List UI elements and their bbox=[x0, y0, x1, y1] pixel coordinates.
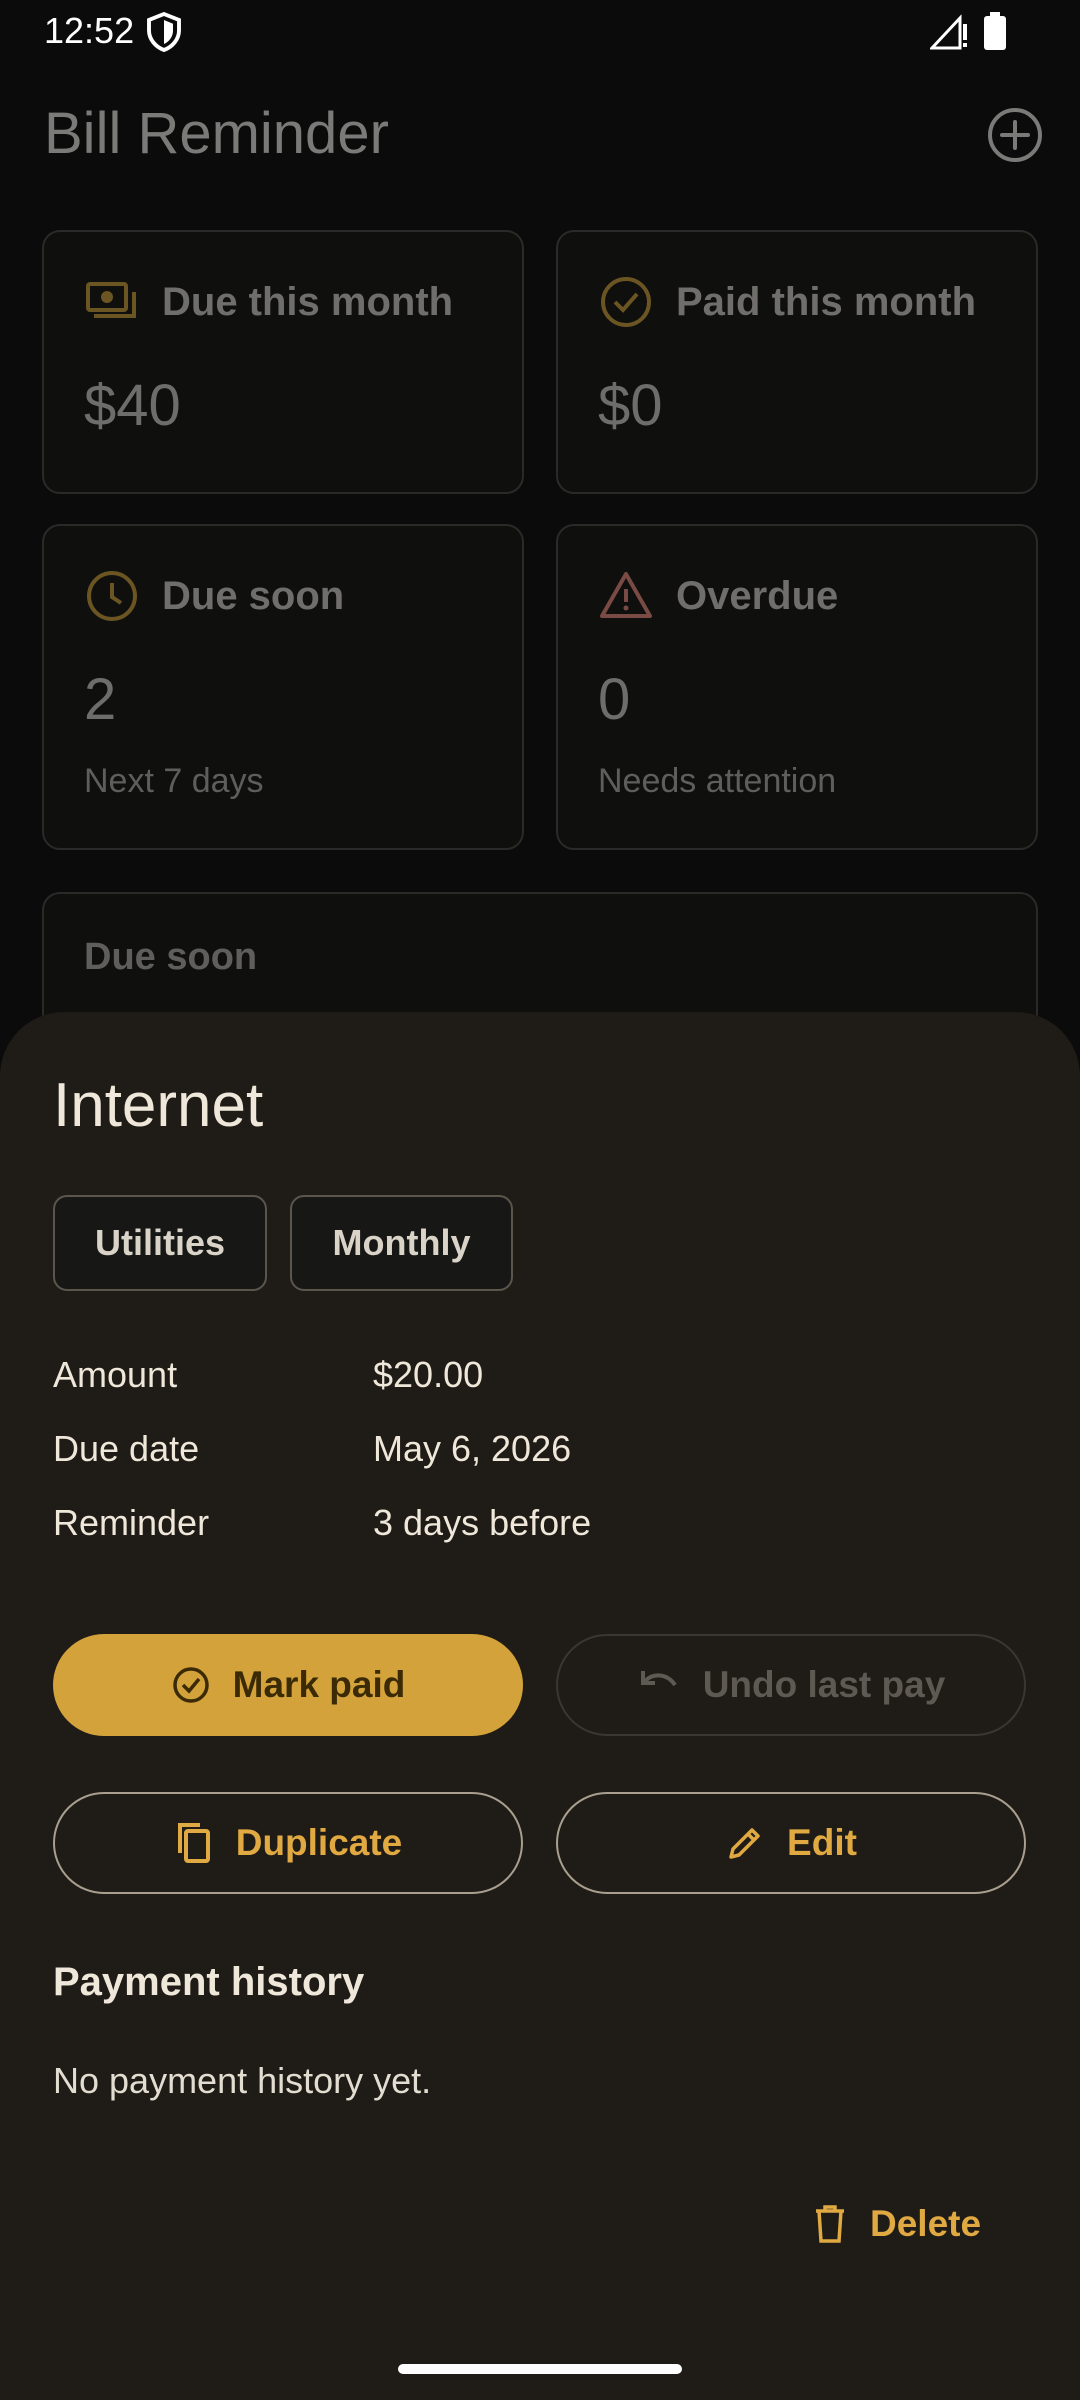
check-circle-icon bbox=[601, 277, 651, 327]
undo-label: Undo last pay bbox=[702, 1664, 946, 1705]
chip-frequency[interactable]: Monthly bbox=[290, 1195, 513, 1291]
gesture-nav-bar[interactable] bbox=[398, 2364, 682, 2374]
payment-history-empty: No payment history yet. bbox=[53, 2060, 432, 2101]
mark-paid-label: Mark paid bbox=[232, 1664, 406, 1705]
card-label: Overdue bbox=[676, 573, 839, 618]
edit-label: Edit bbox=[787, 1822, 857, 1863]
detail-label-reminder: Reminder bbox=[53, 1502, 210, 1543]
clock-icon bbox=[87, 571, 137, 621]
detail-value-due-date: May 6, 2026 bbox=[373, 1428, 572, 1469]
summary-card-due-this-month[interactable]: Due this month $40 bbox=[42, 230, 524, 494]
detail-value-reminder: 3 days before bbox=[373, 1502, 592, 1543]
card-subtext: Next 7 days bbox=[84, 762, 264, 800]
mark-paid-button[interactable]: Mark paid bbox=[53, 1634, 523, 1736]
undo-last-pay-button[interactable]: Undo last pay bbox=[556, 1634, 1026, 1736]
status-time: 12:52 bbox=[44, 10, 135, 51]
payment-history-title: Payment history bbox=[53, 1960, 365, 2004]
card-value: 2 bbox=[84, 667, 117, 732]
payments-icon bbox=[86, 282, 136, 318]
detail-value-amount: $20.00 bbox=[373, 1354, 484, 1395]
detail-label-due-date: Due date bbox=[53, 1428, 200, 1469]
delete-button[interactable]: Delete bbox=[812, 2192, 981, 2256]
summary-card-due-soon[interactable]: Due soon 2 Next 7 days bbox=[42, 524, 524, 850]
battery-icon bbox=[984, 12, 1006, 50]
chip-category[interactable]: Utilities bbox=[53, 1195, 267, 1291]
shield-icon bbox=[147, 12, 181, 52]
summary-card-overdue[interactable]: Overdue 0 Needs attention bbox=[556, 524, 1038, 850]
check-circle-icon bbox=[172, 1667, 209, 1703]
copy-icon bbox=[177, 1823, 210, 1863]
bill-title: Internet bbox=[53, 1071, 264, 1140]
add-bill-icon[interactable] bbox=[986, 106, 1044, 164]
app-title: Bill Reminder bbox=[44, 101, 389, 166]
card-subtext: Needs attention bbox=[598, 762, 837, 800]
trash-icon bbox=[816, 2205, 844, 2243]
card-label: Due this month bbox=[162, 279, 454, 324]
delete-label: Delete bbox=[870, 2203, 982, 2244]
section-title: Due soon bbox=[84, 936, 258, 978]
warning-icon bbox=[600, 572, 652, 618]
card-label: Due soon bbox=[162, 573, 345, 618]
card-value: 0 bbox=[598, 667, 631, 732]
card-value: $0 bbox=[598, 373, 663, 438]
signal-icon bbox=[930, 14, 967, 50]
duplicate-label: Duplicate bbox=[235, 1822, 403, 1863]
card-value: $40 bbox=[84, 373, 181, 438]
duplicate-button[interactable]: Duplicate bbox=[53, 1792, 523, 1894]
pencil-icon bbox=[729, 1828, 760, 1859]
detail-label-amount: Amount bbox=[53, 1354, 178, 1395]
summary-card-paid-this-month[interactable]: Paid this month $0 bbox=[556, 230, 1038, 494]
card-label: Paid this month bbox=[676, 279, 976, 324]
edit-button[interactable]: Edit bbox=[556, 1792, 1026, 1894]
undo-icon bbox=[640, 1671, 677, 1687]
